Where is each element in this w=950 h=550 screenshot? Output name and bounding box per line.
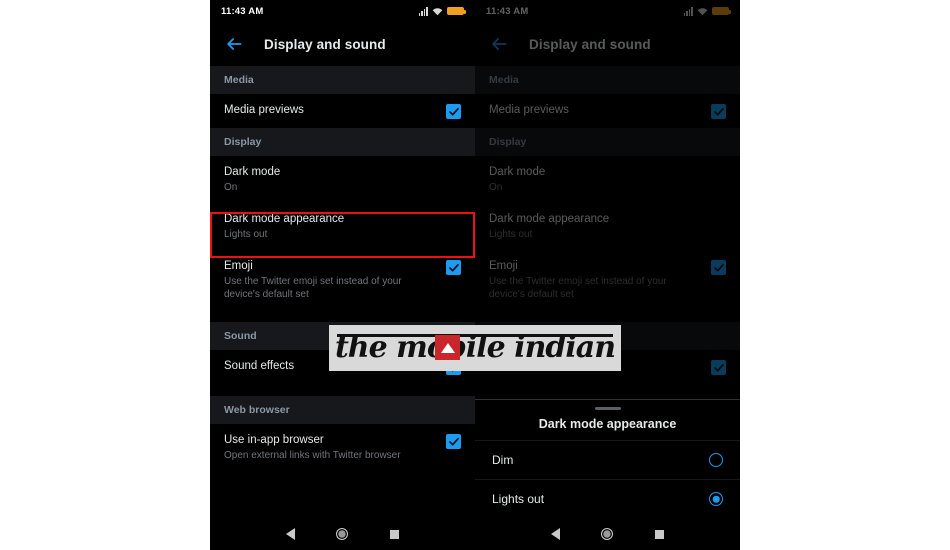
app-bar-left: Display and sound: [210, 22, 475, 66]
row-text: Emoji Use the Twitter emoji set instead …: [224, 259, 446, 301]
row-subtitle: On: [224, 182, 238, 193]
section-header-display: Display: [210, 128, 475, 156]
phone-screen-left: 11:43 AM Display and sound Media Media p…: [210, 0, 475, 550]
row-dark-mode[interactable]: Dark mode On: [475, 156, 740, 203]
back-arrow-icon[interactable]: [224, 34, 244, 54]
status-icons: [683, 6, 731, 16]
row-spacer: [210, 310, 475, 322]
row-title: Emoji: [489, 260, 518, 272]
row-emoji[interactable]: Emoji Use the Twitter emoji set instead …: [475, 250, 740, 310]
row-media-previews[interactable]: Media previews: [475, 94, 740, 128]
row-text: Media previews: [489, 103, 711, 118]
section-header-media: Media: [210, 66, 475, 94]
screenshot-stage: 11:43 AM Display and sound Media Media p…: [0, 0, 950, 550]
sheet-option-lights-out[interactable]: Lights out: [475, 479, 740, 518]
section-header-web-browser: Web browser: [210, 396, 475, 424]
row-dark-mode-appearance[interactable]: Dark mode appearance Lights out: [210, 203, 475, 250]
nav-recents-icon[interactable]: [655, 529, 665, 539]
sheet-option-dim[interactable]: Dim: [475, 440, 740, 479]
watermark-text: the mobile indian: [334, 330, 616, 365]
checkbox-media-previews[interactable]: [446, 104, 461, 119]
nav-bar-right: [475, 518, 740, 550]
row-text: Media previews: [224, 103, 446, 118]
page-title: Display and sound: [264, 36, 386, 52]
row-subtitle: Use the Twitter emoji set instead of you…: [224, 276, 402, 300]
status-icons: [418, 6, 466, 16]
row-subtitle: On: [489, 182, 503, 193]
status-time: 11:43 AM: [486, 5, 529, 17]
phone-screen-right: 11:43 AM Display and sound Media Media p…: [475, 0, 740, 550]
row-title: Use in-app browser: [224, 434, 324, 446]
bottom-sheet-dark-mode-appearance: Dark mode appearance Dim Lights out: [475, 398, 740, 518]
wifi-icon: [697, 7, 708, 15]
row-subtitle: Use the Twitter emoji set instead of you…: [489, 276, 667, 300]
wifi-icon: [432, 7, 443, 15]
sheet-option-label: Lights out: [492, 492, 545, 506]
checkbox-emoji[interactable]: [446, 260, 461, 275]
signal-icon: [683, 6, 693, 16]
row-text: Dark mode On: [489, 165, 726, 194]
radio-dim[interactable]: [709, 453, 723, 467]
row-title: Media previews: [489, 104, 569, 116]
row-spacer: [210, 384, 475, 396]
row-text: Dark mode appearance Lights out: [489, 212, 726, 241]
triangle-play-icon: [435, 335, 460, 360]
watermark: the mobile indian: [329, 325, 621, 371]
row-title: Dark mode: [224, 166, 281, 178]
row-use-in-app-browser[interactable]: Use in-app browser Open external links w…: [210, 424, 475, 471]
battery-icon: [712, 6, 731, 16]
nav-back-icon[interactable]: [550, 528, 560, 540]
row-dark-mode[interactable]: Dark mode On: [210, 156, 475, 203]
nav-back-icon[interactable]: [285, 528, 295, 540]
checkbox-sound-effects[interactable]: [711, 360, 726, 375]
row-spacer: [475, 310, 740, 322]
checkbox-use-in-app-browser[interactable]: [446, 434, 461, 449]
row-dark-mode-appearance[interactable]: Dark mode appearance Lights out: [475, 203, 740, 250]
checkbox-media-previews[interactable]: [711, 104, 726, 119]
row-subtitle: Open external links with Twitter browser: [224, 450, 401, 461]
row-title: Media previews: [224, 104, 304, 116]
sheet-option-label: Dim: [492, 453, 514, 467]
radio-lights-out[interactable]: [709, 492, 723, 506]
row-text: Dark mode appearance Lights out: [224, 212, 461, 241]
row-emoji[interactable]: Emoji Use the Twitter emoji set instead …: [210, 250, 475, 310]
nav-bar-left: [210, 518, 475, 550]
checkbox-emoji[interactable]: [711, 260, 726, 275]
row-title: Dark mode: [489, 166, 546, 178]
row-title: Dark mode appearance: [489, 213, 610, 225]
page-title: Display and sound: [529, 36, 651, 52]
sheet-title: Dark mode appearance: [538, 417, 677, 431]
back-arrow-icon[interactable]: [489, 34, 509, 54]
row-title: Dark mode appearance: [224, 213, 345, 225]
row-subtitle: Lights out: [489, 229, 533, 240]
row-text: Use in-app browser Open external links w…: [224, 433, 446, 462]
row-text: Emoji Use the Twitter emoji set instead …: [489, 259, 711, 301]
battery-icon: [447, 6, 466, 16]
row-subtitle: Lights out: [224, 229, 268, 240]
section-header-media: Media: [475, 66, 740, 94]
nav-recents-icon[interactable]: [390, 529, 400, 539]
row-text: Dark mode On: [224, 165, 461, 194]
nav-home-icon[interactable]: [601, 528, 614, 540]
row-title: Emoji: [224, 260, 253, 272]
signal-icon: [418, 6, 428, 16]
status-bar-right: 11:43 AM: [475, 0, 740, 22]
status-time: 11:43 AM: [221, 5, 264, 17]
app-bar-right: Display and sound: [475, 22, 740, 66]
section-header-display: Display: [475, 128, 740, 156]
nav-home-icon[interactable]: [336, 528, 349, 540]
status-bar-left: 11:43 AM: [210, 0, 475, 22]
row-media-previews[interactable]: Media previews: [210, 94, 475, 128]
